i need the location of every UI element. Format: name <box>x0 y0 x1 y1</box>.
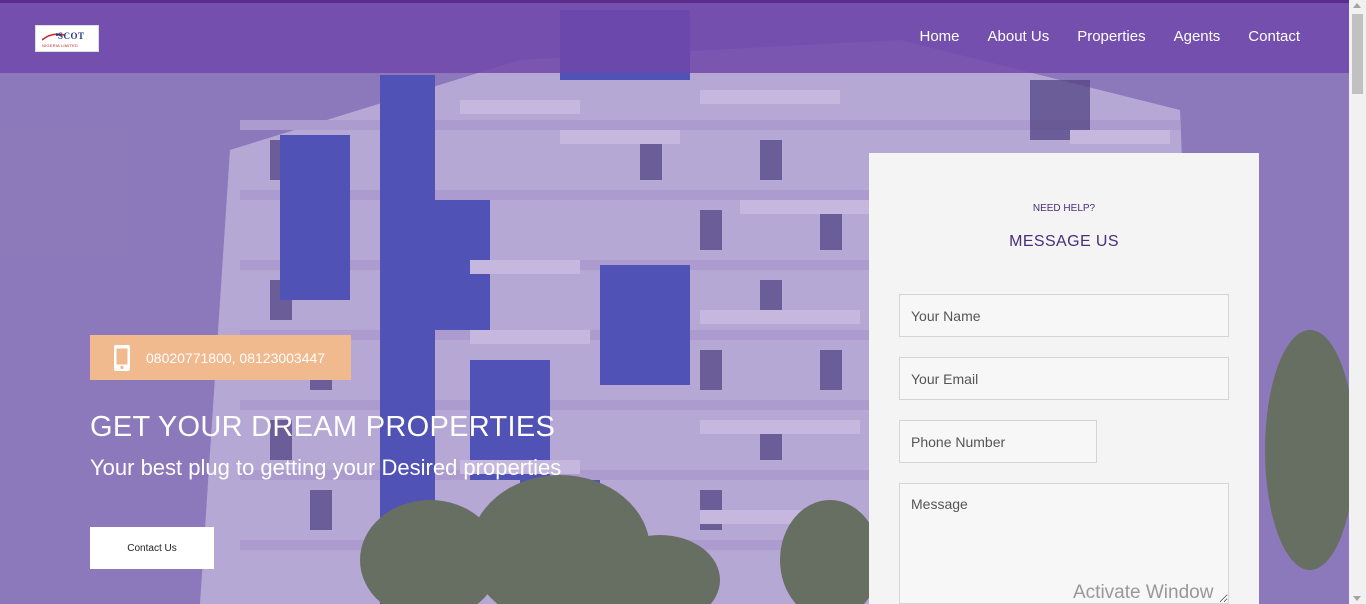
form-eyebrow: NEED HELP? <box>1032 203 1096 214</box>
top-accent-line <box>0 0 1366 3</box>
activate-windows-watermark: Activate Window <box>1073 582 1214 603</box>
page-scrollbar[interactable] <box>1349 0 1366 604</box>
site-logo[interactable]: SCOT NIGERIA LIMITED <box>35 25 99 52</box>
scroll-thumb[interactable] <box>1352 14 1363 94</box>
scroll-up-arrow-icon[interactable] <box>1353 3 1361 8</box>
phone-badge: 08020771800, 08123003447 <box>90 335 351 380</box>
hero-title: GET YOUR DREAM PROPERTIES <box>90 411 556 443</box>
logo-text: SCOT <box>58 31 85 41</box>
nav-about-us[interactable]: About Us <box>988 28 1050 45</box>
logo-subtitle: NIGERIA LIMITED <box>42 43 79 48</box>
mobile-phone-icon <box>114 344 130 371</box>
nav-links: Home About Us Properties Agents Contact <box>892 28 1301 45</box>
phone-input[interactable] <box>899 420 1097 463</box>
nav-agents[interactable]: Agents <box>1174 28 1221 45</box>
nav-home[interactable]: Home <box>920 28 960 45</box>
contact-us-button[interactable]: Contact Us <box>90 527 214 569</box>
nav-contact[interactable]: Contact <box>1248 28 1300 45</box>
email-input[interactable] <box>899 357 1229 400</box>
phone-numbers: 08020771800, 08123003447 <box>146 349 326 366</box>
top-navbar: SCOT NIGERIA LIMITED Home About Us Prope… <box>0 3 1349 73</box>
message-form-panel: NEED HELP? MESSAGE US <box>869 153 1259 604</box>
hero-subtitle: Your best plug to getting your Desired p… <box>90 455 562 480</box>
form-heading: MESSAGE US <box>1009 233 1119 250</box>
name-input[interactable] <box>899 294 1229 337</box>
scroll-down-arrow-icon[interactable] <box>1353 596 1361 601</box>
nav-properties[interactable]: Properties <box>1077 28 1145 45</box>
